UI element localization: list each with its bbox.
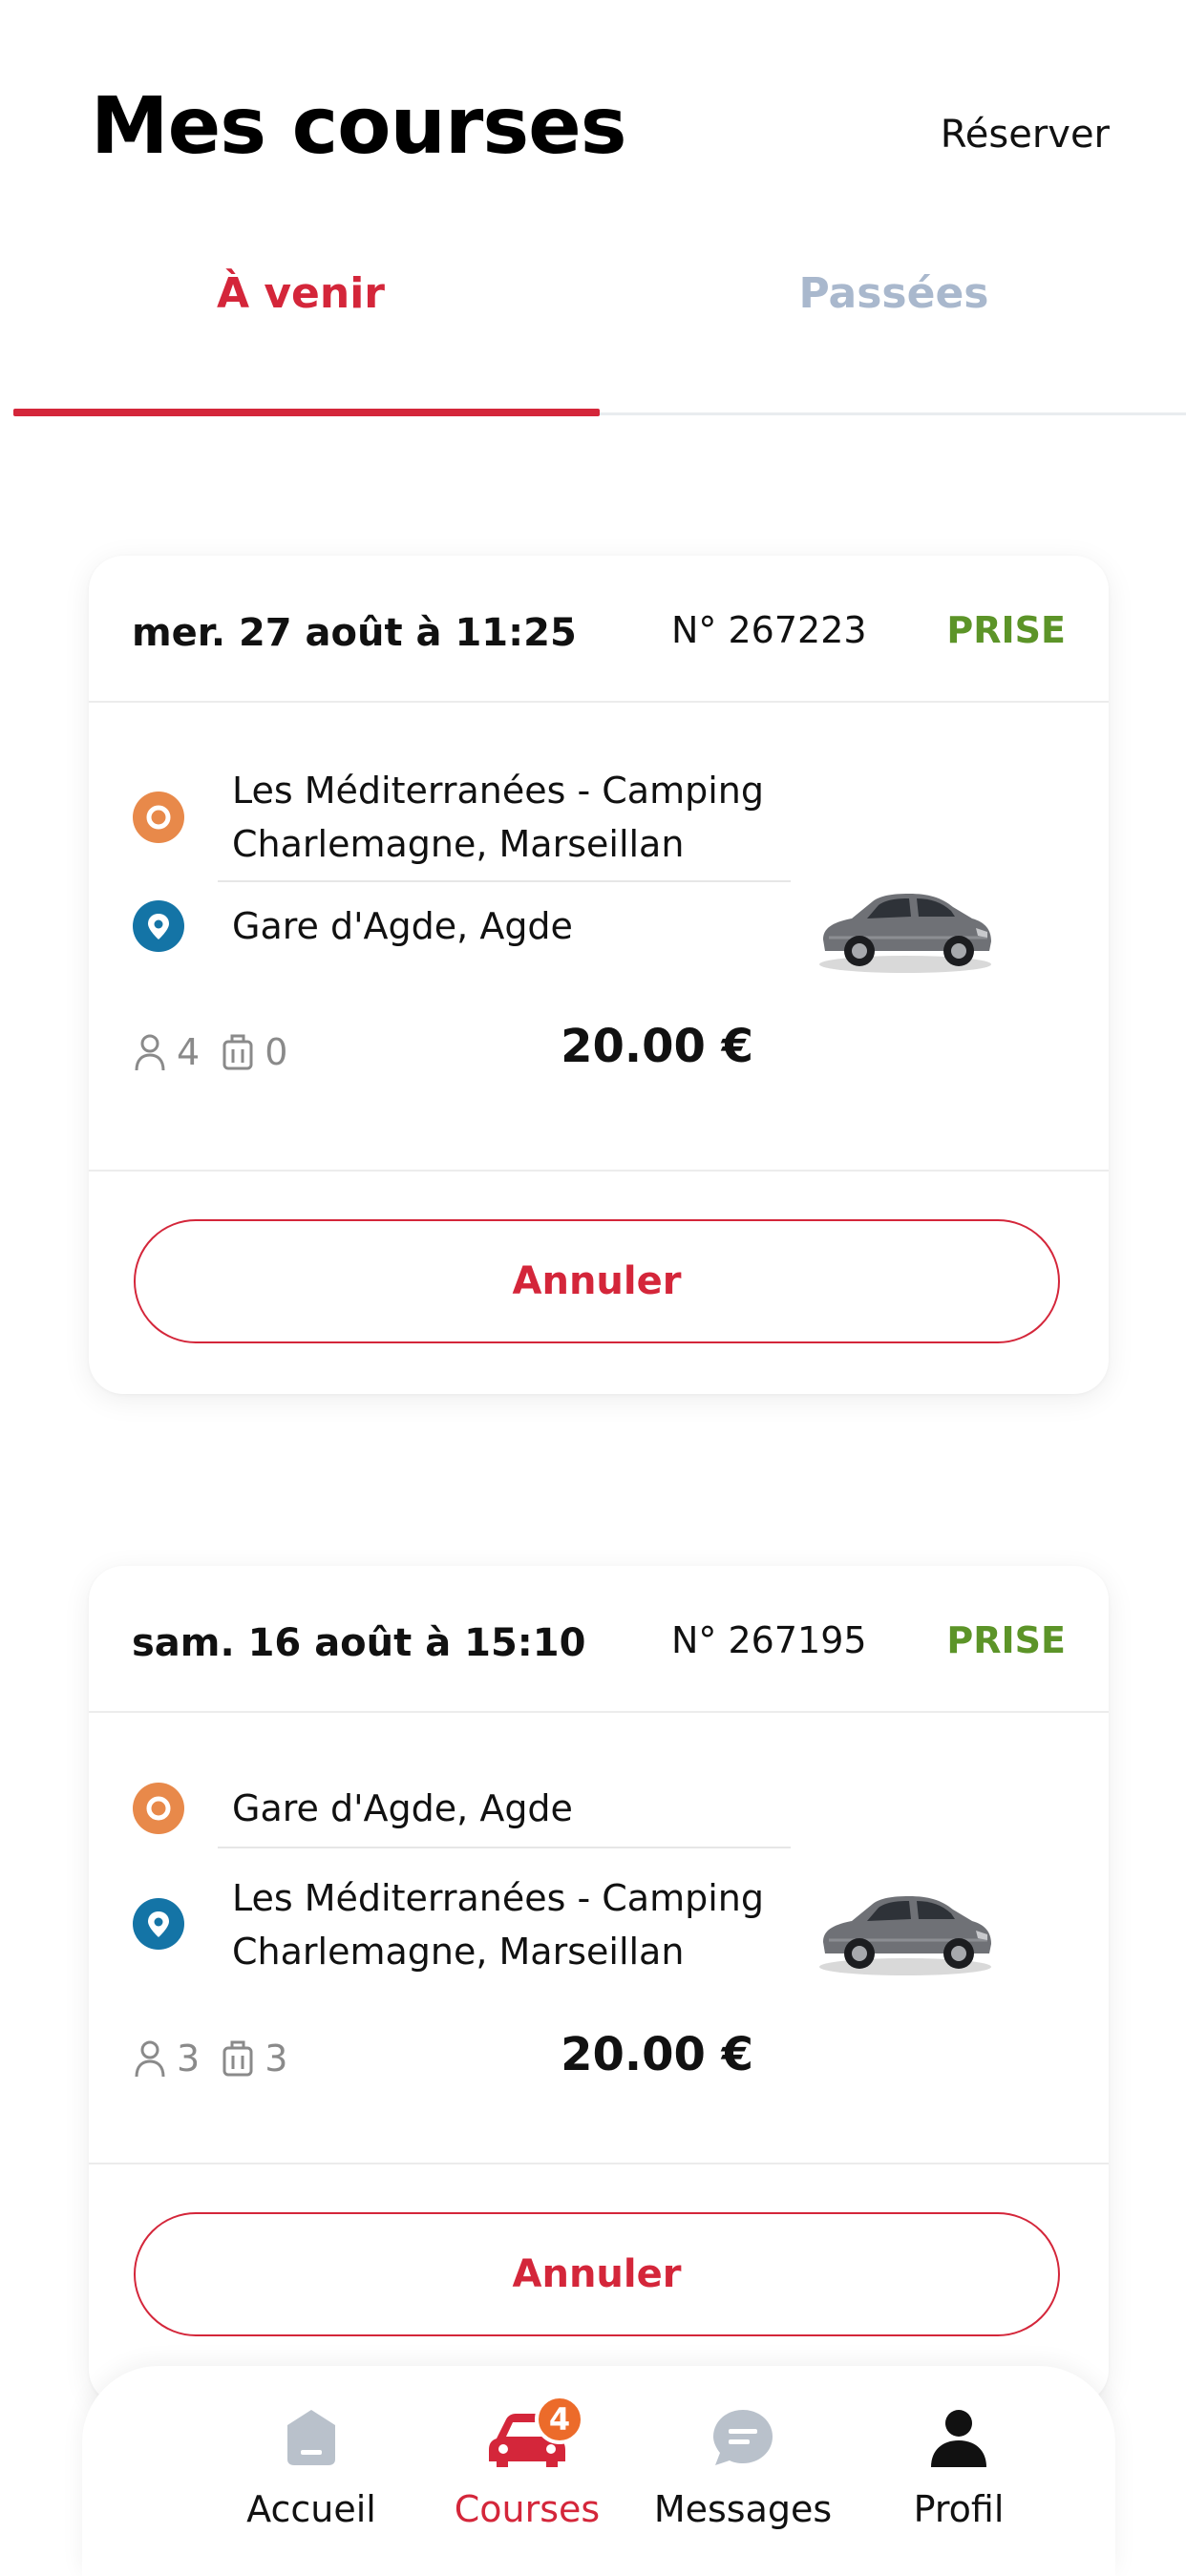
cancel-ride-button[interactable]: Annuler: [134, 1219, 1060, 1343]
ride-status-badge: PRISE: [946, 609, 1066, 651]
ride-price: 20.00 €: [561, 1020, 753, 1073]
ride-number: N° 267223: [671, 609, 867, 651]
courses-badge: 4: [535, 2395, 584, 2444]
nav-item-messages[interactable]: Messages: [638, 2366, 848, 2566]
luggage-icon: [222, 2040, 253, 2077]
destination-pin-icon: [133, 1898, 184, 1950]
destination-address-line: Les Méditerranées - Camping: [232, 1877, 764, 1919]
nav-label: Courses: [454, 2488, 601, 2530]
origin-address-line: Charlemagne, Marseillan: [232, 823, 685, 865]
origin-address-line: Gare d'Agde, Agde: [232, 1787, 573, 1829]
ride-card[interactable]: mer. 27 août à 11:25 N° 267223 PRISE Les…: [89, 556, 1109, 1394]
ride-number: N° 267195: [671, 1619, 867, 1661]
origin-pin-icon: [133, 1783, 184, 1834]
card-divider: [89, 1170, 1109, 1172]
destination-address: Les Méditerranées - Camping Charlemagne,…: [232, 1871, 767, 1978]
nav-label: Profil: [913, 2488, 1005, 2530]
nav-item-courses[interactable]: 4 Courses: [422, 2366, 632, 2566]
destination-address-line: Gare d'Agde, Agde: [232, 905, 573, 947]
ride-card-header: sam. 16 août à 15:10 N° 267195 PRISE: [89, 1566, 1109, 1713]
passenger-icon: [135, 1034, 165, 1071]
home-icon: [278, 2406, 345, 2473]
reserve-button[interactable]: Réserver: [941, 113, 1110, 157]
luggage-icon: [222, 1034, 253, 1070]
ride-meta: 3 3: [133, 2038, 287, 2080]
tab-upcoming[interactable]: À venir: [0, 269, 602, 318]
car-image: [819, 1896, 991, 1975]
nav-item-profil[interactable]: Profil: [854, 2366, 1064, 2566]
user-icon: [925, 2406, 992, 2473]
car-icon: 4: [487, 2395, 584, 2477]
origin-address: Gare d'Agde, Agde: [232, 1782, 767, 1835]
luggage-count: 0: [265, 1031, 288, 1073]
bottom-navigation: Accueil 4 Courses Messages Profil: [82, 2366, 1115, 2576]
ride-date: mer. 27 août à 11:25: [132, 611, 577, 655]
origin-address: Les Méditerranées - Camping Charlemagne,…: [232, 764, 767, 871]
address-divider: [218, 880, 791, 882]
ride-card-header: mer. 27 août à 11:25 N° 267223 PRISE: [89, 556, 1109, 703]
car-image: [819, 894, 991, 973]
ride-date: sam. 16 août à 15:10: [132, 1621, 586, 1665]
passenger-icon: [135, 2040, 165, 2078]
nav-label: Accueil: [246, 2488, 376, 2530]
address-divider: [218, 1847, 791, 1848]
page-title: Mes courses: [91, 81, 627, 172]
active-tab-indicator: [13, 409, 600, 416]
passenger-count: 4: [177, 1031, 201, 1073]
ride-status-badge: PRISE: [946, 1619, 1066, 1661]
ride-meta: 4 0: [133, 1031, 287, 1073]
ride-tabs: À venir Passées: [0, 248, 1186, 416]
destination-pin-icon: [133, 900, 184, 952]
nav-item-accueil[interactable]: Accueil: [206, 2366, 416, 2566]
cancel-ride-button[interactable]: Annuler: [134, 2212, 1060, 2336]
nav-label: Messages: [653, 2488, 833, 2530]
chat-icon: [709, 2406, 776, 2473]
ride-card[interactable]: sam. 16 août à 15:10 N° 267195 PRISE Gar…: [89, 1566, 1109, 2404]
destination-address: Gare d'Agde, Agde: [232, 899, 767, 953]
origin-address-line: Les Méditerranées - Camping: [232, 770, 764, 812]
destination-address-line: Charlemagne, Marseillan: [232, 1931, 685, 1973]
ride-price: 20.00 €: [561, 2028, 753, 2081]
tab-past[interactable]: Passées: [602, 269, 1186, 318]
luggage-count: 3: [265, 2038, 288, 2080]
card-divider: [89, 2163, 1109, 2164]
origin-pin-icon: [133, 792, 184, 843]
passenger-count: 3: [177, 2038, 201, 2080]
